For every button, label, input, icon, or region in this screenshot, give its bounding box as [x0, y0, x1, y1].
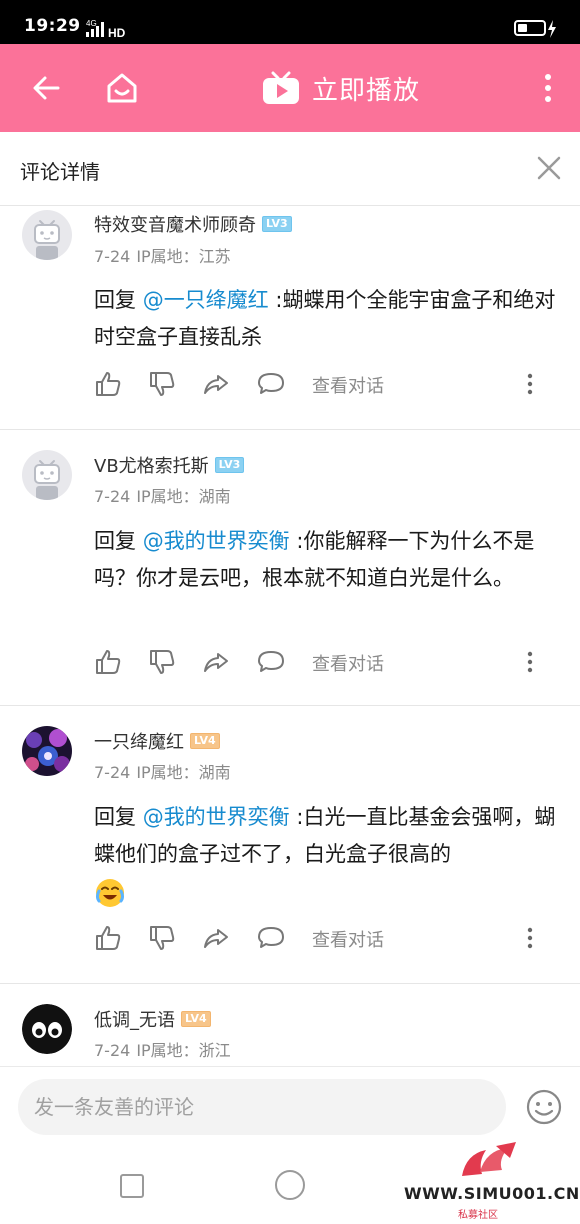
- ip-location: IP属地：江苏: [136, 247, 231, 266]
- mention-link[interactable]: @我的世界奕衡: [143, 805, 290, 829]
- more-vertical-icon[interactable]: [520, 648, 540, 676]
- play-now-button[interactable]: 立即播放: [262, 66, 420, 110]
- share-icon[interactable]: [202, 924, 230, 952]
- top-app-bar: 立即播放: [0, 44, 580, 132]
- watermark-subtext: 私募社区: [458, 1210, 498, 1221]
- system-nav-bar: WWW.SIMU001.CN 私募社区: [0, 1142, 580, 1224]
- more-options-button[interactable]: [526, 66, 570, 110]
- reply-prefix: 回复: [94, 288, 143, 312]
- tv-play-icon: [263, 71, 299, 104]
- page-title: 评论详情: [20, 160, 100, 184]
- status-time: 19:29: [24, 16, 81, 36]
- mention-link[interactable]: @一只绛魔红: [143, 288, 269, 312]
- home-icon: [107, 73, 137, 103]
- avatar[interactable]: [22, 450, 72, 500]
- hd-label: HD: [108, 26, 126, 38]
- view-dialog-link[interactable]: 查看对话: [312, 926, 384, 952]
- comment-item: 一只绛魔红 LV4 7-24 IP属地：湖南 回复 @我的世界奕衡 :白光一直比基金…: [0, 706, 580, 984]
- comment-meta: 7-24 IP属地：浙江: [94, 1037, 231, 1061]
- comment-input-bar: [0, 1066, 580, 1150]
- share-icon[interactable]: [202, 648, 230, 676]
- reply-bubble-icon[interactable]: [257, 648, 285, 676]
- mention-link[interactable]: @我的世界奕衡: [143, 529, 290, 553]
- user-avatar-image: [22, 1004, 72, 1054]
- username-text: 特效变音魔术师顾奇: [94, 215, 256, 236]
- comment-meta: 7-24 IP属地：江苏: [94, 243, 231, 267]
- view-dialog-link[interactable]: 查看对话: [312, 650, 384, 676]
- play-now-label: 立即播放: [312, 75, 421, 106]
- ip-location: IP属地：湖南: [136, 487, 231, 506]
- thumbs-up-icon[interactable]: [94, 370, 122, 398]
- username-text: 一只绛魔红: [94, 732, 184, 753]
- arrow-left-icon: [33, 76, 60, 100]
- reply-bubble-icon[interactable]: [257, 370, 285, 398]
- comment-date: 7-24: [94, 763, 131, 782]
- comment-item: VB尤格索托斯 LV3 7-24 IP属地：湖南 回复 @我的世界奕衡 :你能解释一…: [0, 430, 580, 706]
- user-avatar-image: [22, 726, 72, 776]
- comment-meta: 7-24 IP属地：湖南: [94, 759, 231, 783]
- emoji-icon[interactable]: [524, 1087, 564, 1127]
- comment-date: 7-24: [94, 247, 131, 266]
- comment-actions: 查看对话: [94, 370, 544, 400]
- view-dialog-link[interactable]: 查看对话: [312, 372, 384, 398]
- default-avatar-icon: [22, 210, 72, 260]
- level-badge: LV3: [262, 216, 292, 232]
- recent-apps-button[interactable]: [120, 1174, 144, 1198]
- level-badge: LV4: [181, 1011, 211, 1027]
- comment-date: 7-24: [94, 487, 131, 506]
- thumbs-down-icon[interactable]: [148, 924, 176, 952]
- comment-date: 7-24: [94, 1041, 131, 1060]
- watermark-logo: [462, 1142, 516, 1176]
- username-text: 低调_无语: [94, 1010, 175, 1031]
- ip-location: IP属地：湖南: [136, 763, 231, 782]
- comment-content: 回复 @一只绛魔红 :蝴蝶用个全能宇宙盒子和绝对时空盒子直接乱杀: [94, 282, 564, 356]
- charging-icon: [548, 20, 556, 38]
- more-vertical-icon[interactable]: [520, 370, 540, 398]
- comment-actions: 查看对话: [94, 648, 544, 678]
- thumbs-down-icon[interactable]: [148, 370, 176, 398]
- comment-username[interactable]: VB尤格索托斯 LV3: [94, 452, 245, 478]
- comment-username[interactable]: 低调_无语 LV4: [94, 1006, 211, 1032]
- back-button[interactable]: [24, 66, 68, 110]
- crying-laugh-emoji-icon: [96, 879, 124, 907]
- watermark-text: WWW.SIMU001.CN: [404, 1184, 580, 1203]
- comment-content: 回复 @我的世界奕衡 :你能解释一下为什么不是吗？你才是云吧，根本就不知道白光是…: [94, 523, 564, 597]
- status-bar: 19:29 4G HD: [0, 0, 580, 44]
- reply-prefix: 回复: [94, 805, 143, 829]
- comment-actions: 查看对话: [94, 924, 544, 954]
- comment-detail-header: 评论详情: [0, 132, 580, 206]
- thumbs-up-icon[interactable]: [94, 924, 122, 952]
- comment-username[interactable]: 一只绛魔红 LV4: [94, 728, 220, 754]
- battery-icon: [514, 20, 546, 36]
- close-icon[interactable]: [534, 153, 564, 183]
- level-badge: LV3: [214, 457, 245, 473]
- comment-meta: 7-24 IP属地：湖南: [94, 483, 231, 507]
- thumbs-down-icon[interactable]: [148, 648, 176, 676]
- more-vertical-icon[interactable]: [520, 924, 540, 952]
- reply-bubble-icon[interactable]: [257, 924, 285, 952]
- comment-content: 回复 @我的世界奕衡 :白光一直比基金会强啊，蝴蝶他们的盒子过不了，白光盒子很高…: [94, 799, 564, 910]
- share-icon[interactable]: [202, 370, 230, 398]
- username-text: VB尤格索托斯: [94, 456, 209, 477]
- default-avatar-icon: [22, 450, 72, 500]
- more-vertical-icon: [545, 74, 551, 102]
- ip-location: IP属地：浙江: [136, 1041, 231, 1060]
- avatar[interactable]: [22, 1004, 72, 1054]
- comment-item: 低调_无语 LV4 7-24 IP属地：浙江: [0, 984, 580, 1066]
- comment-input[interactable]: [18, 1079, 506, 1135]
- home-button[interactable]: [100, 66, 144, 110]
- level-badge: LV4: [190, 733, 220, 749]
- thumbs-up-icon[interactable]: [94, 648, 122, 676]
- home-nav-button[interactable]: [275, 1170, 305, 1200]
- comment-username[interactable]: 特效变音魔术师顾奇 LV3: [94, 211, 292, 237]
- avatar[interactable]: [22, 210, 72, 260]
- reply-prefix: 回复: [94, 529, 143, 553]
- network-label: 4G: [86, 19, 97, 28]
- signal-icon: 4G HD: [86, 19, 126, 38]
- comment-item: 特效变音魔术师顾奇 LV3 7-24 IP属地：江苏 回复 @一只绛魔红 :蝴蝶用个…: [0, 206, 580, 430]
- avatar[interactable]: [22, 726, 72, 776]
